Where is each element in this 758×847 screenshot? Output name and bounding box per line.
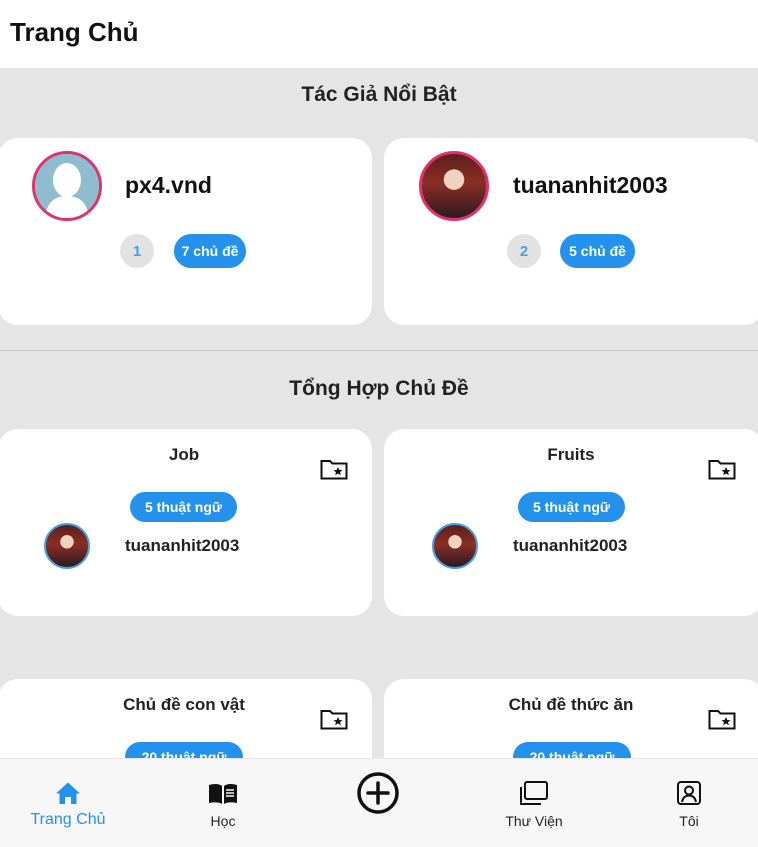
avatar bbox=[44, 523, 90, 569]
add-button[interactable] bbox=[318, 759, 438, 847]
tab-study[interactable]: Học bbox=[163, 759, 283, 847]
topic-title: Fruits bbox=[547, 445, 595, 464]
page-title: Trang Chủ bbox=[10, 17, 139, 47]
topic-card[interactable]: Fruits 5 thuật ngữ tuananhit2003 bbox=[384, 429, 758, 616]
tab-home-label: Trang Chủ bbox=[30, 811, 106, 828]
library-icon bbox=[520, 781, 548, 805]
default-avatar-icon bbox=[35, 154, 99, 218]
author-name: tuananhit2003 bbox=[513, 172, 668, 198]
plus-circle-icon bbox=[357, 772, 399, 814]
topic-count-badge: 5 chủ đề bbox=[560, 234, 635, 268]
topic-card[interactable]: Job 5 thuật ngữ tuananhit2003 bbox=[0, 429, 372, 616]
section-divider bbox=[0, 350, 758, 351]
author-card[interactable]: px4.vnd 1 7 chủ đề bbox=[0, 138, 372, 325]
term-count-badge: 20 thuật ngữ bbox=[513, 742, 631, 758]
topic-count-badge: 7 chủ đề bbox=[174, 234, 246, 268]
tab-home[interactable]: Trang Chủ bbox=[8, 759, 128, 847]
rank-badge: 1 bbox=[120, 234, 154, 268]
featured-authors-title: Tác Giả Nổi Bật bbox=[301, 83, 457, 106]
tab-study-label: Học bbox=[210, 813, 236, 829]
topic-title: Chủ đề con vật bbox=[123, 695, 245, 714]
home-content[interactable]: Tác Giả Nổi Bật px4.vnd 1 7 chủ đề tuana… bbox=[0, 68, 758, 758]
rank-badge: 2 bbox=[507, 234, 541, 268]
app-header: Trang Chủ bbox=[0, 0, 758, 68]
topics-section-title: Tổng Hợp Chủ Đề bbox=[289, 377, 469, 400]
home-icon bbox=[56, 782, 80, 804]
folder-star-icon[interactable] bbox=[320, 708, 348, 730]
folder-star-icon[interactable] bbox=[320, 458, 348, 480]
topic-owner: tuananhit2003 bbox=[513, 536, 628, 555]
tab-me-label: Tôi bbox=[679, 813, 699, 829]
profile-icon bbox=[677, 781, 701, 805]
author-card[interactable]: tuananhit2003 2 5 chủ đề bbox=[384, 138, 758, 325]
tab-library-label: Thư Viện bbox=[505, 813, 563, 829]
tab-me[interactable]: Tôi bbox=[629, 759, 749, 847]
avatar bbox=[32, 151, 102, 221]
tab-library[interactable]: Thư Viện bbox=[474, 759, 594, 847]
topic-card[interactable]: Chủ đề thức ăn 20 thuật ngữ bbox=[384, 679, 758, 758]
term-count-badge: 20 thuật ngữ bbox=[125, 742, 243, 758]
term-count-badge: 5 thuật ngữ bbox=[130, 492, 237, 522]
folder-star-icon[interactable] bbox=[708, 458, 736, 480]
term-count-badge: 5 thuật ngữ bbox=[518, 492, 625, 522]
folder-star-icon[interactable] bbox=[708, 708, 736, 730]
topic-title: Job bbox=[168, 445, 200, 464]
author-name: px4.vnd bbox=[125, 172, 212, 198]
topic-title: Chủ đề thức ăn bbox=[508, 695, 634, 714]
topic-owner: tuananhit2003 bbox=[125, 536, 240, 555]
topic-card[interactable]: Chủ đề con vật 20 thuật ngữ bbox=[0, 679, 372, 758]
bottom-tab-bar: Trang Chủ Học Thư Viện Tôi bbox=[0, 758, 758, 847]
book-icon bbox=[209, 783, 237, 804]
avatar bbox=[419, 151, 489, 221]
avatar bbox=[432, 523, 478, 569]
